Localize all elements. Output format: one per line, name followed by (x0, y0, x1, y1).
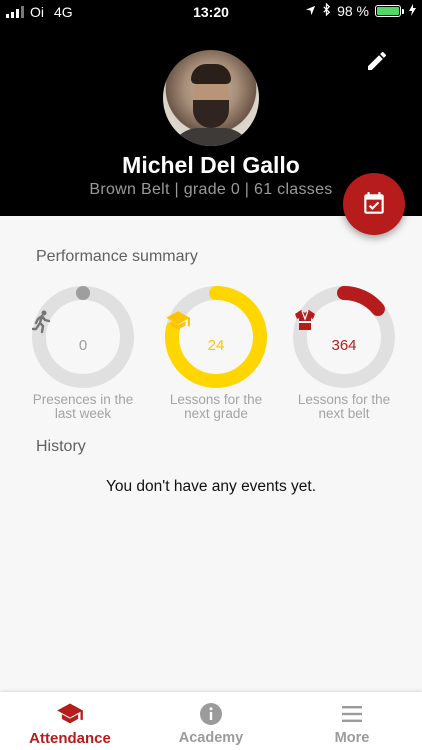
bottom-nav: Attendance Academy More (0, 692, 422, 750)
charging-icon (409, 3, 416, 19)
caption-line: next belt (318, 406, 370, 421)
battery-percent: 98 % (337, 3, 369, 19)
profile-name: Michel Del Gallo (122, 152, 300, 178)
check-in-button[interactable] (343, 173, 405, 235)
menu-icon (342, 706, 362, 722)
nav-attendance-label: Attendance (29, 730, 111, 747)
status-bar: Oi 4G 13:20 98 % (0, 0, 422, 24)
next-belt-value: 364 (331, 337, 357, 354)
presences-caption: Presences in the last week (18, 393, 148, 421)
caption-line: last week (54, 406, 112, 421)
caption-line: Lessons for the (169, 392, 263, 407)
info-icon (200, 703, 222, 725)
calendar-check-icon (364, 192, 384, 214)
nav-more[interactable]: More (282, 692, 422, 750)
next-grade-ring: 24 (165, 286, 267, 388)
caption-line: Lessons for the (297, 392, 391, 407)
battery-icon (375, 5, 404, 17)
running-icon (32, 310, 51, 334)
next-grade-value: 24 (207, 337, 225, 354)
presences-ring: 0 (32, 286, 134, 388)
nav-academy-label: Academy (178, 730, 244, 746)
location-icon (305, 3, 316, 19)
nav-attendance[interactable]: Attendance (0, 692, 140, 750)
caption-line: Presences in the (32, 392, 134, 407)
graduation-cap-icon (57, 703, 83, 724)
history-title: History (36, 438, 86, 455)
edit-profile-button[interactable] (362, 46, 392, 76)
graduation-cap-icon (166, 311, 190, 330)
kimono-icon (295, 310, 315, 330)
nav-academy[interactable]: Academy (141, 692, 281, 750)
presences-value: 0 (78, 337, 88, 354)
avatar (163, 50, 259, 146)
next-belt-caption: Lessons for the next belt (279, 393, 409, 421)
performance-summary-title: Performance summary (36, 248, 198, 265)
history-empty-message: You don't have any events yet. (105, 478, 317, 495)
next-belt-ring: 364 (293, 286, 395, 388)
bluetooth-icon (322, 2, 331, 19)
next-grade-caption: Lessons for the next grade (151, 393, 281, 421)
nav-more-label: More (334, 730, 370, 746)
caption-line: next grade (184, 406, 248, 421)
pencil-icon (368, 51, 387, 70)
